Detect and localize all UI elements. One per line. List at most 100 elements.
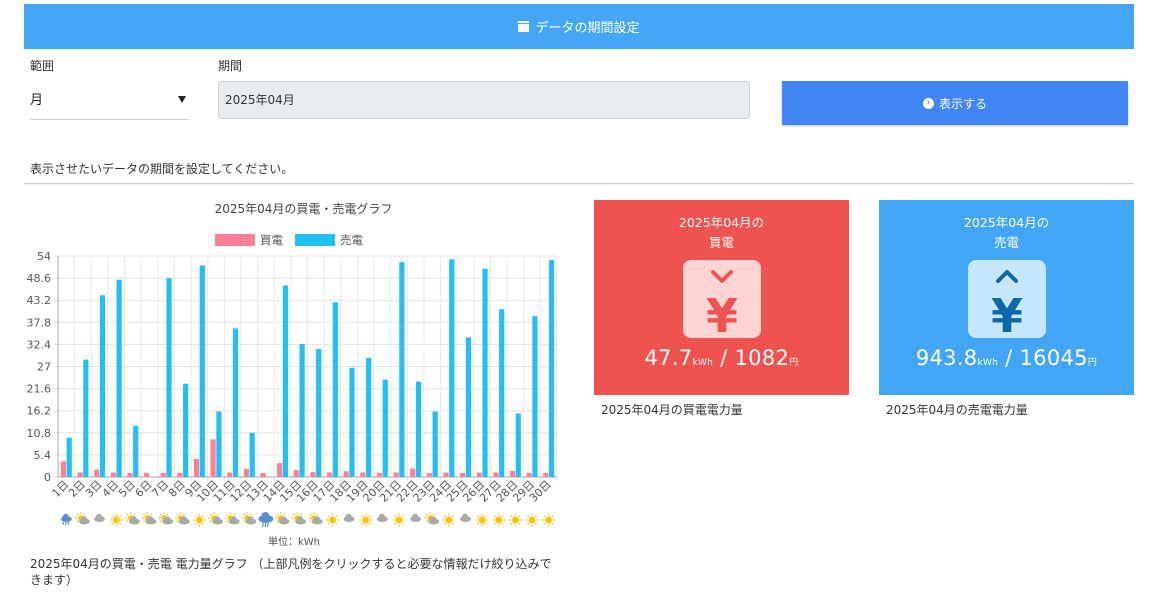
sell-yen-value: 16045 [1019, 346, 1088, 370]
buy-bar-25 [460, 472, 466, 477]
buy-bar-24 [443, 472, 449, 477]
sell-kwh-unit: kWh [977, 358, 999, 368]
sell-card-subtitle: 2025年04月の売電電力量 [886, 403, 1028, 417]
weather-sun-cloud-icon [175, 512, 190, 525]
buy-bar-7 [160, 472, 166, 477]
weather-cloud-icon [376, 513, 388, 522]
y-tick-label: 43.2 [27, 294, 52, 307]
sell-summary-card: 2025年04月の 売電 ¥ 943.8kWh / 16045円 [879, 200, 1134, 395]
buy-card-title-line2: 買電 [708, 235, 734, 250]
dropdown-arrow-icon [178, 96, 186, 103]
buy-separator: / [713, 346, 735, 370]
buy-bar-13 [260, 472, 266, 477]
weather-cloud-rain-icon [60, 513, 72, 526]
weather-sun-cloud-icon [291, 512, 307, 525]
sell-bar-2 [83, 359, 89, 477]
weather-sun-cloud-icon [141, 512, 157, 525]
sell-bar-24 [449, 259, 455, 477]
sell-bar-10 [216, 411, 222, 477]
chart-title: 2025年04月の買電・売電グラフ [215, 201, 393, 216]
buy-bar-3 [94, 469, 100, 477]
buy-bar-9 [193, 458, 200, 477]
sell-bar-18 [349, 367, 355, 477]
y-tick-label: 32.4 [27, 338, 52, 351]
buy-bar-4 [110, 472, 116, 477]
period-settings-header: データの期間設定 [24, 4, 1134, 49]
weather-cloud-icon [94, 513, 106, 522]
legend-label-1: 買電 [260, 233, 283, 247]
y-tick-label: 0 [44, 471, 51, 484]
sell-bar-19 [366, 357, 372, 477]
buy-bar-27 [493, 472, 499, 477]
weather-sun-icon [109, 513, 123, 527]
header-title: データの期間設定 [535, 21, 640, 36]
weather-sun-cloud-icon [424, 512, 440, 525]
sell-bar-5 [133, 425, 139, 477]
buy-bar-8 [177, 472, 183, 477]
period-input-value: 2025年04月 [225, 93, 295, 107]
calendar-icon [518, 21, 530, 32]
buy-bar-11 [227, 472, 233, 477]
weather-sun-icon [442, 513, 456, 527]
sell-kwh-value: 943.8 [915, 346, 978, 370]
sell-bar-17 [332, 302, 338, 477]
buy-bar-1 [60, 461, 67, 477]
buy-kwh-value: 47.7 [644, 346, 693, 370]
sell-bar-21 [399, 262, 405, 477]
sell-bar-28 [515, 413, 521, 477]
weather-sun-cloud-icon [125, 512, 140, 525]
weather-rain-icon [258, 511, 274, 528]
buy-bar-19 [360, 472, 366, 477]
svg-text:¥: ¥ [990, 289, 1022, 338]
weather-cloud-icon [410, 513, 422, 522]
buy-bar-2 [77, 472, 83, 477]
range-select[interactable]: 月 [30, 84, 188, 120]
weather-sun-cloud-icon [75, 512, 90, 525]
show-button[interactable]: › 表示する [782, 81, 1128, 125]
sell-bar-27 [499, 309, 505, 477]
period-input[interactable]: 2025年04月 [218, 81, 750, 119]
chevron-right-circle-icon: › [922, 97, 934, 109]
weather-sun-icon [542, 513, 555, 527]
sell-bar-23 [432, 411, 438, 477]
weather-cloud-icon [343, 513, 355, 522]
show-button-label: 表示する [938, 96, 987, 111]
sell-bar-7 [166, 278, 172, 477]
sell-bar-8 [183, 383, 189, 477]
weather-sun-icon [509, 513, 522, 527]
y-tick-label: 16.2 [27, 405, 52, 418]
buy-card-subtitle: 2025年04月の買電電力量 [601, 403, 743, 417]
weather-sun-icon [492, 513, 506, 527]
y-tick-label: 37.8 [27, 316, 52, 329]
sell-bar-15 [299, 343, 305, 477]
buy-bar-16 [310, 472, 316, 477]
weather-sun-icon [525, 513, 539, 527]
buy-bar-21 [393, 472, 399, 477]
buy-bar-30 [543, 472, 549, 477]
weather-sun-icon [193, 513, 206, 527]
instruction-text: 表示させたいデータの期間を設定してください。 [30, 162, 294, 176]
buy-bar-10 [210, 439, 216, 477]
weather-sun-icon [359, 513, 373, 527]
divider [24, 183, 1134, 184]
sell-card-title-line1: 2025年04月の [963, 215, 1050, 230]
buy-card-title-line1: 2025年04月の [678, 215, 765, 230]
weather-cloud-icon [460, 513, 472, 522]
svg-text:¥: ¥ [705, 289, 737, 338]
range-select-value: 月 [30, 93, 44, 108]
yen-up-icon: ¥ [967, 260, 1046, 343]
buy-bar-26 [476, 472, 482, 477]
sell-bar-14 [282, 285, 289, 477]
buy-bar-29 [526, 472, 532, 477]
sell-bar-4 [116, 279, 122, 477]
y-tick-label: 10.8 [27, 427, 52, 440]
buy-bar-28 [509, 470, 516, 477]
weather-sun-cloud-icon [241, 512, 257, 525]
y-tick-label: 5.4 [34, 449, 52, 462]
sell-bar-11 [232, 328, 239, 477]
buy-bar-23 [426, 472, 432, 477]
yen-down-icon: ¥ [682, 260, 761, 343]
sell-bar-26 [482, 268, 488, 477]
power-bar-chart: 2025年04月の買電・売電グラフ買電 売電 0 5.4 10.8 16.2 21.6 27 3… [27, 201, 558, 548]
unit-label: 単位：kWh [268, 535, 320, 548]
